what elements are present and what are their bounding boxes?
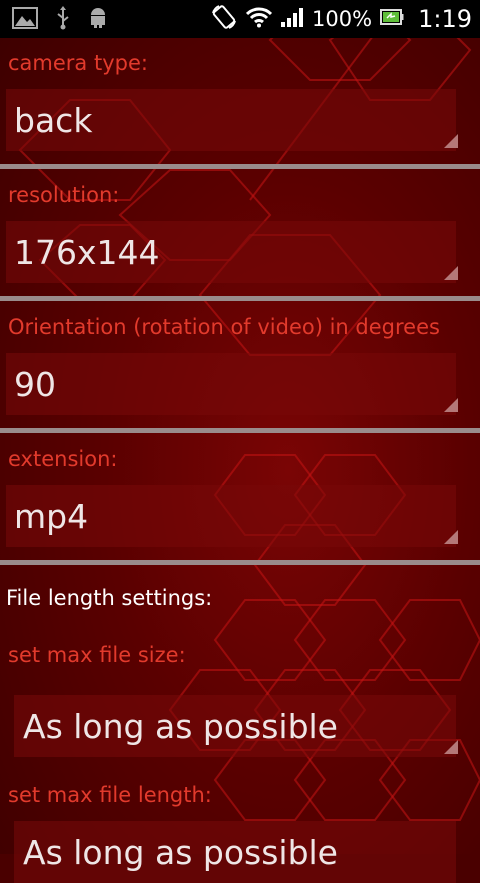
max-file-length-label: set max file length: xyxy=(8,783,212,807)
image-icon xyxy=(12,7,38,33)
extension-value: mp4 xyxy=(14,496,89,536)
rotate-icon xyxy=(210,3,238,35)
resolution-spinner[interactable]: 176x144 xyxy=(6,221,458,283)
settings-list: camera type: back resolution: 176x144 Or… xyxy=(0,38,480,883)
extension-spinner[interactable]: mp4 xyxy=(6,485,458,547)
status-bar: 100% 1:19 xyxy=(0,0,480,38)
max-file-size-value: As long as possible xyxy=(23,706,338,746)
camera-type-spinner[interactable]: back xyxy=(6,89,458,151)
wifi-icon xyxy=(245,6,273,32)
max-file-length-value: As long as possible xyxy=(23,832,338,872)
dropdown-corner-icon xyxy=(444,740,458,754)
dropdown-corner-icon xyxy=(444,398,458,412)
battery-icon xyxy=(380,8,404,30)
resolution-value: 176x144 xyxy=(14,232,160,272)
camera-type-value: back xyxy=(14,100,93,140)
android-icon xyxy=(88,7,108,33)
divider xyxy=(0,428,480,433)
max-file-size-spinner[interactable]: As long as possible xyxy=(14,695,458,757)
resolution-label: resolution: xyxy=(8,183,120,207)
dropdown-corner-icon xyxy=(444,266,458,280)
orientation-label: Orientation (rotation of video) in degre… xyxy=(8,315,440,339)
camera-type-label: camera type: xyxy=(8,51,148,75)
dropdown-corner-icon xyxy=(444,530,458,544)
max-file-length-spinner[interactable]: As long as possible xyxy=(14,821,456,883)
usb-icon xyxy=(56,6,70,34)
orientation-value: 90 xyxy=(14,364,56,404)
clock: 1:19 xyxy=(418,5,472,33)
orientation-spinner[interactable]: 90 xyxy=(6,353,458,415)
battery-percent: 100% xyxy=(312,7,373,31)
divider xyxy=(0,296,480,301)
extension-label: extension: xyxy=(8,447,118,471)
signal-icon xyxy=(280,6,304,32)
file-length-section-header: File length settings: xyxy=(6,586,213,610)
divider xyxy=(0,560,480,565)
dropdown-corner-icon xyxy=(444,134,458,148)
max-file-size-label: set max file size: xyxy=(8,643,186,667)
divider xyxy=(0,164,480,169)
